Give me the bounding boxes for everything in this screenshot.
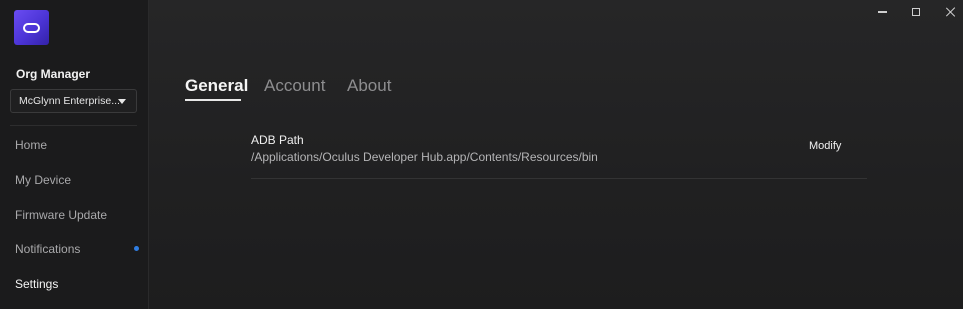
chevron-down-icon: [118, 99, 126, 104]
maximize-button[interactable]: [908, 4, 924, 20]
sidebar-item-firmware-update[interactable]: Firmware Update: [15, 208, 107, 222]
minimize-icon: [877, 11, 887, 13]
org-title: Org Manager: [16, 67, 91, 81]
sidebar-divider: [10, 125, 137, 126]
org-select-dropdown[interactable]: McGlynn Enterprise...: [10, 89, 137, 113]
sidebar: Org Manager McGlynn Enterprise... Home M…: [0, 0, 149, 309]
adb-path-label: ADB Path: [251, 133, 304, 147]
sidebar-item-notifications[interactable]: Notifications: [15, 242, 80, 256]
main-panel: General Account About ADB Path /Applicat…: [149, 0, 963, 309]
close-icon: [946, 7, 956, 17]
modify-button[interactable]: Modify: [809, 140, 841, 152]
org-select-value: McGlynn Enterprise...: [19, 95, 120, 107]
close-button[interactable]: [943, 4, 959, 20]
minimize-button[interactable]: [874, 4, 890, 20]
sidebar-item-home[interactable]: Home: [15, 138, 47, 152]
setting-divider: [251, 178, 867, 179]
maximize-icon: [912, 8, 920, 16]
sidebar-item-my-device[interactable]: My Device: [15, 173, 71, 187]
logo-ring: [23, 22, 40, 33]
tab-general[interactable]: General: [185, 76, 248, 96]
tab-account[interactable]: Account: [264, 76, 325, 96]
adb-path-value: /Applications/Oculus Developer Hub.app/C…: [251, 150, 598, 164]
tab-about[interactable]: About: [347, 76, 391, 96]
app-window: Org Manager McGlynn Enterprise... Home M…: [0, 0, 963, 309]
active-tab-indicator: [185, 99, 241, 101]
notification-dot-icon: [134, 246, 139, 251]
sidebar-item-settings[interactable]: Settings: [15, 277, 58, 291]
oculus-logo-icon: [14, 10, 49, 45]
